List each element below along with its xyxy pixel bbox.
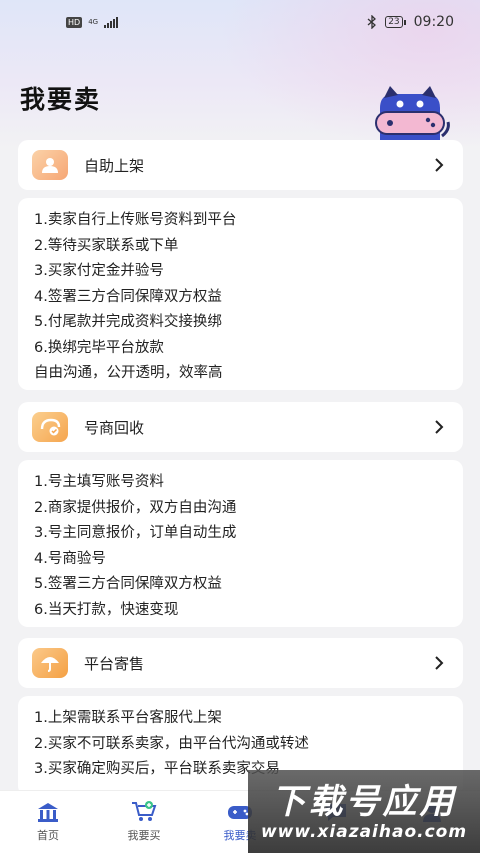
card-dealer-recycle-header[interactable]: 号商回收 — [18, 402, 463, 452]
step-text: 3.号主同意报价，订单自动生成 — [34, 525, 237, 541]
step-text: 6.当天打款，快速变现 — [34, 601, 179, 618]
watermark-title: 下载号应用 — [271, 781, 457, 822]
tab-buy[interactable]: 我要买 — [96, 791, 192, 853]
card-dealer-recycle-body: 1.号主填写账号资料 2.商家提供报价，双方自由沟通 3.号主同意报价，订单自动… — [18, 460, 463, 627]
clock: 09:20 — [413, 14, 454, 30]
step-text: 1.卖家自行上传账号资料到平台 — [34, 212, 237, 228]
step-text: 6.换绑完毕平台放款 — [34, 339, 164, 356]
card-self-listing-header[interactable]: 自助上架 — [18, 140, 463, 190]
step-text: 5.付尾款并完成资料交接换绑 — [34, 314, 222, 330]
card-self-listing-body: 1.卖家自行上传账号资料到平台 2.等待买家联系或下单 3.买家付定金并验号 4… — [18, 198, 463, 390]
step-text: 5.签署三方合同保障双方权益 — [34, 576, 222, 592]
user-icon — [32, 150, 68, 180]
chevron-right-icon[interactable] — [431, 157, 447, 173]
step-text: 4.号商验号 — [34, 550, 106, 567]
page-title: 我要卖 — [20, 85, 102, 114]
watermark-url: www.xiazaihao.com — [260, 821, 468, 842]
signal-icon — [104, 16, 119, 28]
summary-text: 自由沟通，公开透明，效率高 — [34, 365, 223, 381]
umbrella-icon — [32, 648, 68, 678]
step-text: 2.买家不可联系卖家，由平台代沟通或转述 — [34, 735, 309, 752]
tab-label: 首页 — [37, 829, 59, 842]
battery-level: 23 — [385, 16, 403, 28]
step-text: 1.号主填写账号资料 — [34, 474, 164, 490]
chevron-right-icon[interactable] — [431, 655, 447, 671]
step-text: 3.买家付定金并验号 — [34, 263, 164, 279]
card-title: 自助上架 — [84, 156, 145, 175]
recycle-icon — [32, 412, 68, 442]
bluetooth-icon — [367, 15, 377, 29]
chevron-right-icon[interactable] — [431, 419, 447, 435]
step-text: 2.商家提供报价，双方自由沟通 — [34, 499, 237, 516]
status-left: HD 4G — [66, 16, 119, 28]
site-watermark: 下载号应用 www.xiazaihao.com — [248, 770, 480, 853]
step-text: 2.等待买家联系或下单 — [34, 237, 179, 254]
step-text: 1.上架需联系平台客服代上架 — [34, 710, 222, 726]
tab-label: 我要买 — [127, 829, 161, 842]
step-text: 4.签署三方合同保障双方权益 — [34, 288, 222, 305]
network-type: 4G — [88, 17, 99, 26]
cart-icon — [132, 801, 157, 821]
tab-home[interactable]: 首页 — [0, 791, 96, 853]
card-platform-consignment-header[interactable]: 平台寄售 — [18, 638, 463, 688]
card-title: 平台寄售 — [84, 654, 145, 673]
status-bar: HD 4G 23 09:20 — [0, 0, 480, 44]
network-label: 4G — [88, 17, 99, 26]
hd-badge: HD — [66, 16, 83, 28]
mascot-cat-icon — [375, 86, 450, 142]
home-icon — [38, 803, 58, 822]
status-right: 23 09:20 — [367, 14, 454, 30]
battery-icon: 23 — [385, 16, 406, 28]
card-title: 号商回收 — [84, 418, 145, 437]
